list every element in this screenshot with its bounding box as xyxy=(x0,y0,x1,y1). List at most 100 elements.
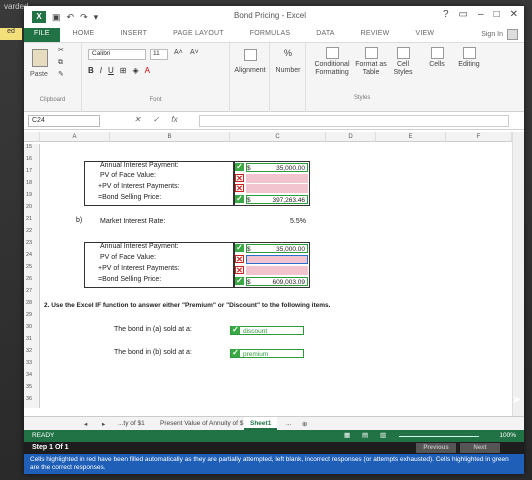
pv-interest-cell-b[interactable] xyxy=(246,266,308,275)
formula-input[interactable] xyxy=(199,115,509,127)
select-all-corner[interactable] xyxy=(24,132,40,142)
underline-button[interactable]: U xyxy=(108,66,114,75)
grow-font-icon[interactable]: A˄ xyxy=(174,49,183,57)
row-header[interactable]: 16 xyxy=(24,156,40,168)
row-header[interactable]: 30 xyxy=(24,324,40,336)
insert-function-icon[interactable]: fx xyxy=(171,115,177,124)
row-header[interactable]: 35 xyxy=(24,384,40,396)
sign-in[interactable]: Sign In xyxy=(481,29,518,40)
conditional-formatting-button[interactable]: Conditional Formatting xyxy=(310,47,354,77)
answer-a-cell[interactable]: discount xyxy=(230,326,304,335)
row-header[interactable]: 33 xyxy=(24,360,40,372)
undo-icon[interactable]: ↶ xyxy=(67,12,75,23)
row-header[interactable]: 32 xyxy=(24,348,40,360)
page-layout-view-icon[interactable]: ▤ xyxy=(362,431,368,439)
row-header[interactable]: 36 xyxy=(24,396,40,408)
paste-icon[interactable] xyxy=(32,49,48,67)
cells-button[interactable]: Cells xyxy=(424,47,450,69)
column-header-b[interactable]: B xyxy=(110,132,230,142)
tab-insert[interactable]: INSERT xyxy=(107,28,160,42)
row-header[interactable]: 18 xyxy=(24,180,40,192)
bold-button[interactable]: B xyxy=(88,66,94,75)
border-icon[interactable]: ⊞ xyxy=(120,66,127,75)
row-header[interactable]: 28 xyxy=(24,300,40,312)
more-sheets[interactable]: ... xyxy=(286,420,291,427)
row-header[interactable]: 21 xyxy=(24,216,40,228)
shrink-font-icon[interactable]: A˅ xyxy=(190,49,199,57)
cut-icon[interactable]: ✂ xyxy=(58,47,64,55)
close-icon[interactable]: ✕ xyxy=(510,9,518,20)
column-header-f[interactable]: F xyxy=(446,132,512,142)
vertical-scrollbar[interactable] xyxy=(512,132,524,416)
column-header-c[interactable]: C xyxy=(230,132,326,142)
column-header-a[interactable]: A xyxy=(40,132,110,142)
sheet-tab-prev[interactable]: ...ty of $1 xyxy=(118,420,145,427)
customize-qat-icon[interactable]: ▾ xyxy=(94,12,99,23)
ribbon-display-icon[interactable]: ▭ xyxy=(459,9,468,20)
tab-formulas[interactable]: FORMULAS xyxy=(237,28,304,42)
annual-interest-cell-b[interactable]: $ 35,000.00 xyxy=(246,244,308,253)
row-header[interactable]: 19 xyxy=(24,192,40,204)
tab-data[interactable]: DATA xyxy=(303,28,347,42)
row-header[interactable]: 22 xyxy=(24,228,40,240)
selling-price-cell-b[interactable]: $ 609,003.09 xyxy=(246,277,308,286)
italic-button[interactable]: I xyxy=(100,66,102,75)
format-painter-icon[interactable]: ✎ xyxy=(58,71,64,79)
tab-home[interactable]: HOME xyxy=(60,28,108,42)
pv-face-cell-b-selected[interactable] xyxy=(246,255,308,264)
font-name-select[interactable]: Calibri xyxy=(88,49,146,60)
sheet-tab-active[interactable]: Sheet1 xyxy=(244,417,278,430)
tab-file[interactable]: FILE xyxy=(24,28,60,42)
page-break-view-icon[interactable]: ▥ xyxy=(380,431,386,439)
row-header[interactable]: 34 xyxy=(24,372,40,384)
next-button[interactable]: Next xyxy=(460,443,500,453)
background-tab[interactable]: ed xyxy=(0,28,22,40)
name-box[interactable]: C24 xyxy=(28,115,100,127)
row-header[interactable]: 26 xyxy=(24,276,40,288)
market-rate-value[interactable]: 5.5% xyxy=(290,218,306,225)
save-icon[interactable]: ▣ xyxy=(52,12,61,23)
scroll-tabs-right-icon[interactable]: ▸ xyxy=(102,420,105,428)
row-header[interactable]: 27 xyxy=(24,288,40,300)
tab-review[interactable]: REVIEW xyxy=(348,28,403,42)
font-color-icon[interactable]: A xyxy=(145,66,150,75)
row-header[interactable]: 17 xyxy=(24,168,40,180)
row-header[interactable]: 31 xyxy=(24,336,40,348)
number-group[interactable]: % Number xyxy=(270,43,306,113)
column-header-e[interactable]: E xyxy=(376,132,446,142)
row-header[interactable]: 15 xyxy=(24,144,40,156)
format-as-table-button[interactable]: Format as Table xyxy=(354,47,388,77)
font-size-select[interactable]: 11 xyxy=(150,49,168,60)
previous-button[interactable]: Previous xyxy=(416,443,456,453)
pv-interest-cell-a[interactable] xyxy=(246,184,308,193)
cell-styles-button[interactable]: Cell Styles xyxy=(388,47,418,77)
fill-color-icon[interactable]: ◈ xyxy=(133,66,139,75)
sheet-tab-annuity[interactable]: Present Value of Annuity of $1 xyxy=(160,420,247,427)
worksheet-grid[interactable]: A B C D E F 15 16 17 18 19 20 21 22 23 2… xyxy=(24,132,524,416)
row-header[interactable]: 29 xyxy=(24,312,40,324)
zoom-slider[interactable] xyxy=(399,436,479,437)
minimize-icon[interactable]: – xyxy=(478,9,484,20)
editing-button[interactable]: Editing xyxy=(454,47,484,69)
cancel-icon[interactable]: ✕ xyxy=(134,115,141,124)
row-header[interactable]: 23 xyxy=(24,240,40,252)
selling-price-cell-a[interactable]: $ 397,263.46 xyxy=(246,195,308,204)
copy-icon[interactable]: ⧉ xyxy=(58,59,63,67)
scroll-tabs-left-icon[interactable]: ◂ xyxy=(84,420,87,428)
column-header-d[interactable]: D xyxy=(326,132,376,142)
enter-icon[interactable]: ✓ xyxy=(153,115,160,124)
zoom-level[interactable]: 100% xyxy=(499,432,516,439)
pv-face-cell-a[interactable] xyxy=(246,174,308,183)
help-icon[interactable]: ? xyxy=(443,9,449,20)
answer-b-cell[interactable]: premium xyxy=(230,349,304,358)
new-sheet-icon[interactable]: ⊕ xyxy=(302,420,307,428)
tab-view[interactable]: VIEW xyxy=(403,28,448,42)
row-header[interactable]: 20 xyxy=(24,204,40,216)
row-header[interactable]: 25 xyxy=(24,264,40,276)
annual-interest-cell-a[interactable]: $ 35,000.00 xyxy=(246,163,308,172)
paste-button[interactable]: Paste xyxy=(30,71,48,78)
row-header[interactable]: 24 xyxy=(24,252,40,264)
normal-view-icon[interactable]: ▦ xyxy=(344,431,350,439)
maximize-icon[interactable]: □ xyxy=(494,9,500,20)
alignment-group[interactable]: Alignment xyxy=(230,43,270,113)
